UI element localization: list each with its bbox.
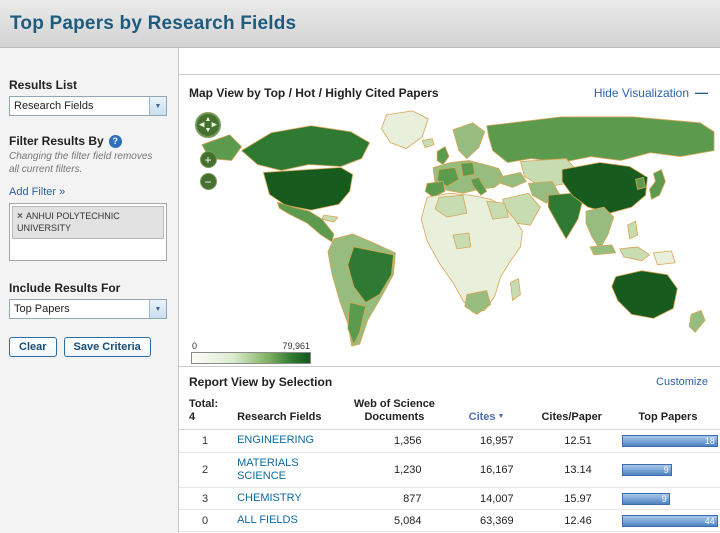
rank-cell: 2 — [179, 452, 231, 487]
customize-link[interactable]: Customize — [656, 376, 708, 388]
add-filter-link[interactable]: Add Filter » — [9, 186, 65, 198]
cites-value: 14,007 — [445, 487, 527, 509]
report-section: Report View by Selection Customize Total… — [179, 366, 720, 532]
world-map[interactable]: ▲ ◀ ▶ ▼ + − 0 79,961 — [179, 104, 720, 366]
total-count: Total: 4 — [179, 395, 231, 430]
chevron-down-icon: ▼ — [149, 97, 166, 115]
cites-per-paper-value: 15.97 — [528, 487, 616, 509]
content: Results List Research Fields ▼ Filter Re… — [0, 48, 720, 533]
pan-control[interactable]: ▲ ◀ ▶ ▼ — [195, 112, 221, 138]
clear-button[interactable]: Clear — [9, 337, 57, 357]
results-list-select[interactable]: Research Fields ▼ — [9, 96, 167, 116]
pan-down-icon[interactable]: ▼ — [205, 127, 212, 134]
filter-note: Changing the filter field removes all cu… — [9, 151, 159, 176]
column-header-cites-per-paper[interactable]: Cites/Paper — [528, 395, 616, 430]
cites-value: 16,167 — [445, 452, 527, 487]
cites-per-paper-value: 13.14 — [528, 452, 616, 487]
docs-value: 5,084 — [343, 510, 445, 532]
sidebar: Results List Research Fields ▼ Filter Re… — [0, 48, 179, 533]
field-link[interactable]: CHEMISTRY — [237, 492, 302, 504]
rank-cell: 1 — [179, 430, 231, 452]
pan-up-icon[interactable]: ▲ — [205, 116, 212, 123]
filter-list: ×ANHUI POLYTECHNIC UNIVERSITY — [9, 203, 167, 261]
rank-cell: 3 — [179, 487, 231, 509]
main-panel: Map View by Top / Hot / Highly Cited Pap… — [179, 48, 720, 533]
table-row: 3 CHEMISTRY 877 14,007 15.97 9 — [179, 487, 720, 509]
top-papers-bar: 44 — [622, 515, 718, 527]
column-header-top-papers[interactable]: Top Papers — [616, 395, 720, 430]
table-row: 1 ENGINEERING 1,356 16,957 12.51 18 — [179, 430, 720, 452]
cites-per-paper-value: 12.51 — [528, 430, 616, 452]
include-results-label: Include Results For — [9, 281, 169, 295]
include-results-value: Top Papers — [10, 303, 70, 315]
table-row: 2 MATERIALS SCIENCE 1,230 16,167 13.14 9 — [179, 452, 720, 487]
world-map-svg — [184, 106, 715, 356]
field-link[interactable]: ENGINEERING — [237, 434, 314, 446]
rank-cell: 0 — [179, 510, 231, 532]
zoom-controls: + − — [200, 151, 217, 190]
top-papers-bar: 18 — [622, 435, 718, 447]
country-korea — [636, 177, 646, 189]
help-icon[interactable]: ? — [109, 135, 122, 148]
cites-per-paper-value: 12.46 — [528, 510, 616, 532]
report-table: Total: 4 Research Fields Web of Science … — [179, 395, 720, 532]
hide-visualization-link[interactable]: Hide Visualization — — [594, 85, 708, 100]
collapse-icon: — — [695, 85, 708, 100]
include-results-select[interactable]: Top Papers ▼ — [9, 299, 167, 319]
cites-value: 63,369 — [445, 510, 527, 532]
chevron-down-icon: ▼ — [149, 300, 166, 318]
filter-results-by-label: Filter Results By — [9, 134, 104, 148]
legend-max-label: 79,961 — [282, 341, 310, 351]
page-header: Top Papers by Research Fields — [0, 0, 720, 48]
column-header-research-fields[interactable]: Research Fields — [231, 395, 343, 430]
legend-gradient-bar — [191, 352, 311, 364]
field-link[interactable]: MATERIALS SCIENCE — [237, 457, 299, 482]
docs-value: 1,230 — [343, 452, 445, 487]
column-header-cites[interactable]: Cites▼ — [445, 395, 527, 430]
cites-value: 16,957 — [445, 430, 527, 452]
results-list-label: Results List — [9, 78, 169, 92]
column-header-documents[interactable]: Web of Science Documents — [343, 395, 445, 430]
map-view-title: Map View by Top / Hot / Highly Cited Pap… — [189, 86, 439, 100]
sort-desc-icon: ▼ — [498, 413, 505, 420]
map-controls: ▲ ◀ ▶ ▼ + − — [195, 112, 221, 190]
docs-value: 877 — [343, 487, 445, 509]
filter-tag[interactable]: ×ANHUI POLYTECHNIC UNIVERSITY — [12, 206, 164, 239]
map-legend: 0 79,961 — [191, 341, 311, 364]
zoom-out-button[interactable]: − — [200, 173, 217, 190]
save-criteria-button[interactable]: Save Criteria — [64, 337, 151, 357]
top-papers-bar: 9 — [622, 493, 670, 505]
filter-tag-label: ANHUI POLYTECHNIC UNIVERSITY — [17, 211, 120, 233]
country-germany — [461, 163, 475, 177]
page-title: Top Papers by Research Fields — [10, 13, 296, 35]
country-indonesia-west — [590, 245, 616, 255]
zoom-in-button[interactable]: + — [200, 151, 217, 168]
results-list-value: Research Fields — [10, 100, 93, 112]
docs-value: 1,356 — [343, 430, 445, 452]
top-papers-bar: 9 — [622, 464, 672, 476]
table-header-row: Total: 4 Research Fields Web of Science … — [179, 395, 720, 430]
table-row: 0 ALL FIELDS 5,084 63,369 12.46 44 — [179, 510, 720, 532]
country-russia — [487, 117, 714, 163]
remove-filter-icon[interactable]: × — [17, 211, 23, 222]
report-view-title: Report View by Selection — [189, 375, 332, 389]
country-new-guinea — [653, 251, 675, 265]
pan-right-icon[interactable]: ▶ — [212, 122, 217, 129]
legend-min-label: 0 — [192, 341, 197, 351]
field-link[interactable]: ALL FIELDS — [237, 514, 298, 526]
